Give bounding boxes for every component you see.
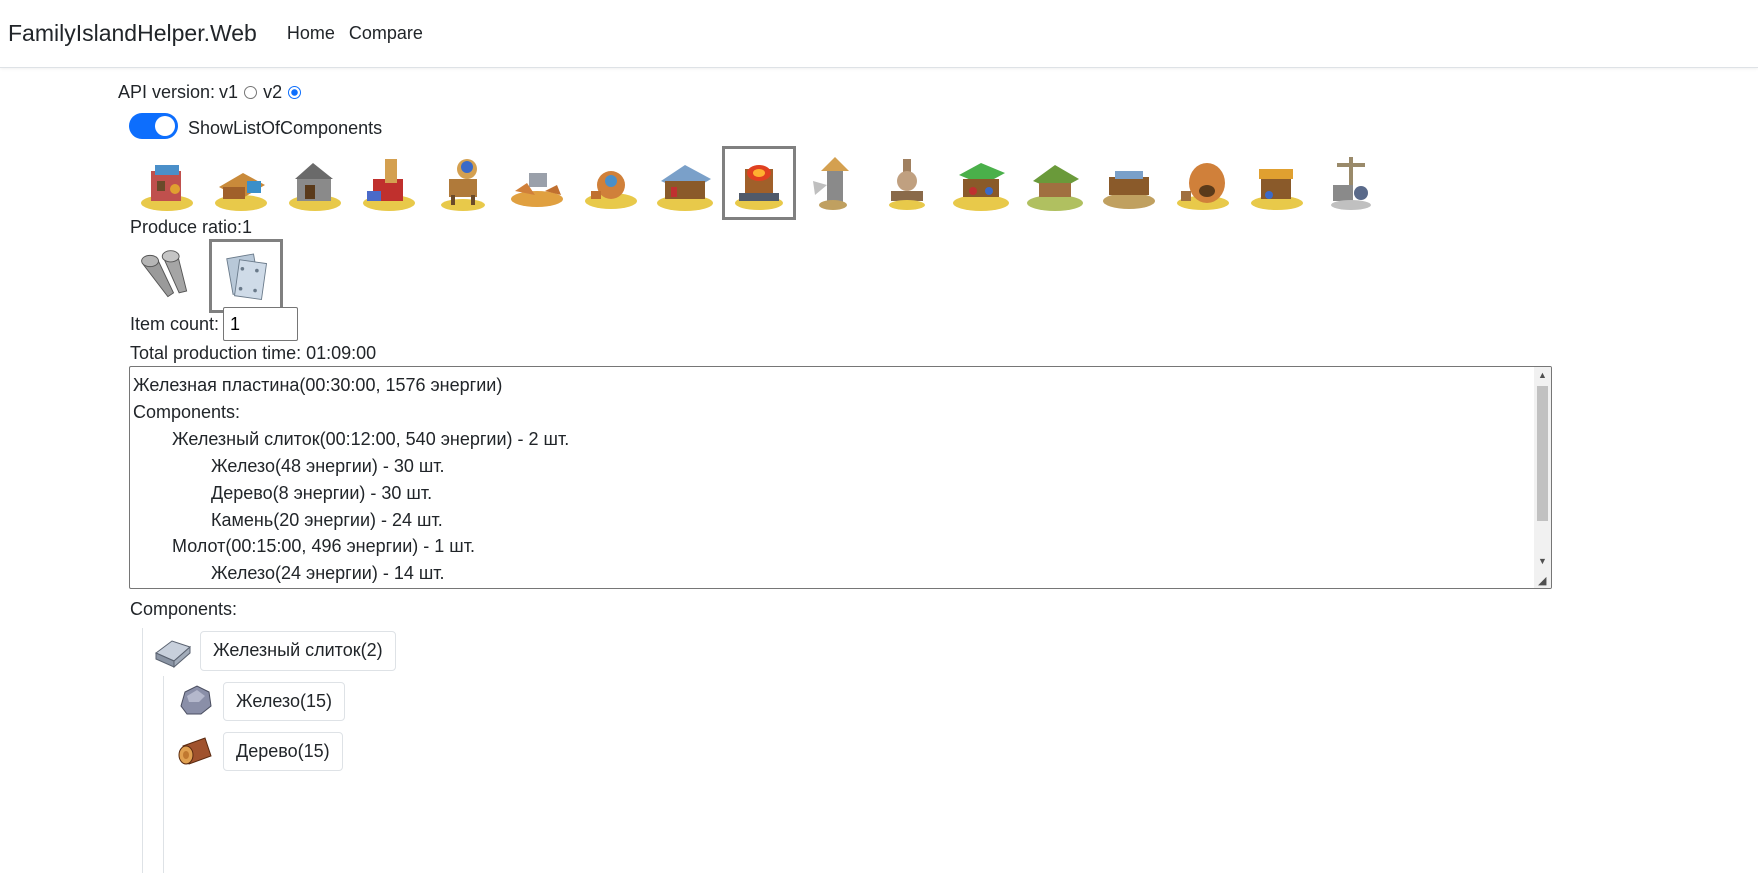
item-count-row: Item count: bbox=[130, 307, 299, 341]
component-node: Железо(15) bbox=[175, 678, 346, 725]
building-icon[interactable] bbox=[130, 146, 204, 220]
show-components-row: ShowListOfComponents bbox=[129, 112, 382, 139]
building-icon-selected[interactable] bbox=[722, 146, 796, 220]
tree-connector bbox=[142, 628, 143, 873]
building-icon[interactable] bbox=[426, 146, 500, 220]
show-components-label: ShowListOfComponents bbox=[188, 118, 383, 138]
nav-compare-link[interactable]: Compare bbox=[349, 23, 423, 44]
building-icon[interactable] bbox=[278, 146, 352, 220]
item-count-label: Item count: bbox=[130, 313, 220, 334]
building-icon[interactable] bbox=[1240, 146, 1314, 220]
iron-plate-icon[interactable] bbox=[209, 239, 283, 313]
scrollbar-thumb[interactable] bbox=[1537, 386, 1548, 521]
building-icon[interactable] bbox=[870, 146, 944, 220]
detail-line: Камень(20 энергии) - 24 шт. bbox=[211, 509, 443, 530]
building-icon[interactable] bbox=[796, 146, 870, 220]
building-icon[interactable] bbox=[1166, 146, 1240, 220]
building-icon[interactable] bbox=[1314, 146, 1388, 220]
detail-line: Железо(48 энергии) - 30 шт. bbox=[211, 455, 445, 476]
detail-line: Железный слиток(00:12:00, 540 энергии) -… bbox=[172, 428, 570, 449]
api-v1-radio[interactable] bbox=[244, 86, 258, 99]
api-v2-label: v2 bbox=[263, 82, 283, 102]
component-node-button[interactable]: Железный слиток(2) bbox=[200, 630, 396, 671]
brand-link[interactable]: FamilyIslandHelper.Web bbox=[8, 20, 257, 47]
building-list bbox=[130, 146, 1388, 220]
building-icon[interactable] bbox=[204, 146, 278, 220]
nav-home-link[interactable]: Home bbox=[287, 23, 335, 44]
building-icon[interactable] bbox=[1092, 146, 1166, 220]
navbar: FamilyIslandHelper.Web Home Compare bbox=[0, 0, 1758, 68]
component-node-button[interactable]: Дерево(15) bbox=[223, 732, 343, 771]
building-icon[interactable] bbox=[500, 146, 574, 220]
building-icon[interactable] bbox=[574, 146, 648, 220]
building-icon[interactable] bbox=[944, 146, 1018, 220]
item-list bbox=[129, 239, 283, 313]
detail-line: Молот(00:15:00, 496 энергии) - 1 шт. bbox=[172, 536, 475, 557]
api-version-label: API version: bbox=[118, 82, 216, 102]
api-version-row: API version: v1 v2 bbox=[118, 82, 303, 103]
scroll-up-arrow-icon[interactable]: ▲ bbox=[1538, 370, 1547, 380]
detail-line: Железная пластина(00:30:00, 1576 энергии… bbox=[133, 375, 503, 395]
produce-ratio-text: Produce ratio:1 bbox=[130, 217, 253, 237]
iron-ore-icon bbox=[175, 678, 215, 725]
total-production-time: Total production time: 01:09:00 bbox=[130, 343, 377, 363]
component-node: Железный слиток(2) bbox=[152, 627, 396, 674]
resize-handle-icon[interactable]: ◢ bbox=[1538, 574, 1546, 587]
api-v2-radio[interactable] bbox=[288, 86, 302, 99]
iron-ingot-icon bbox=[152, 627, 192, 674]
api-v1-label: v1 bbox=[219, 82, 239, 102]
detail-line: Components: bbox=[133, 401, 241, 422]
scroll-down-arrow-icon[interactable]: ▼ bbox=[1538, 556, 1547, 566]
production-details-content: Железная пластина(00:30:00, 1576 энергии… bbox=[130, 367, 1551, 587]
detail-line: Дерево(8 энергии) - 30 шт. bbox=[211, 482, 433, 503]
building-icon[interactable] bbox=[352, 146, 426, 220]
textarea-scrollbar[interactable]: ▲ ▼ ◢ bbox=[1534, 367, 1551, 588]
building-icon[interactable] bbox=[648, 146, 722, 220]
detail-line: Железо(24 энергии) - 14 шт. bbox=[211, 563, 445, 584]
wood-log-icon bbox=[175, 728, 215, 775]
components-title: Components: bbox=[130, 599, 238, 619]
production-details-textarea[interactable]: Железная пластина(00:30:00, 1576 энергии… bbox=[129, 366, 1552, 589]
item-count-input[interactable] bbox=[223, 307, 299, 341]
building-icon[interactable] bbox=[1018, 146, 1092, 220]
component-node: Дерево(15) bbox=[175, 728, 343, 775]
nails-icon[interactable] bbox=[129, 239, 203, 313]
component-node-button[interactable]: Железо(15) bbox=[223, 682, 346, 721]
show-components-switch[interactable] bbox=[129, 112, 178, 139]
tree-connector bbox=[163, 676, 164, 873]
